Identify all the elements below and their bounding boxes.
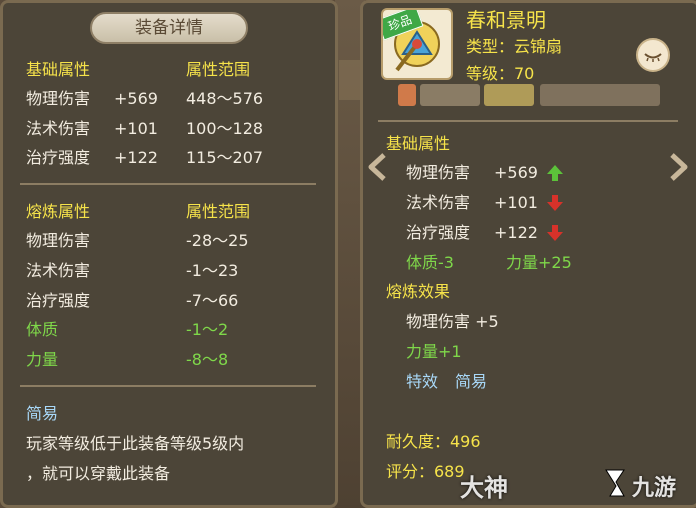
refine-attr-name: 体质 <box>26 320 59 339</box>
blurred-region <box>484 84 534 106</box>
base-attr-header: 基础属性 <box>26 60 91 79</box>
refine-attr-name: 治疗强度 <box>26 291 91 310</box>
refine-attr-range: -8～8 <box>186 350 229 369</box>
divider <box>20 183 316 185</box>
item-name: 春和景明 <box>466 8 546 32</box>
special-effect-desc: 玩家等级低于此装备等级5级内 <box>26 434 245 453</box>
refine-attr-name: 力量 <box>26 350 59 369</box>
panel-title: 装备详情 <box>90 12 248 44</box>
refine-attr-name: 法术伤害 <box>26 261 91 280</box>
chevron-right-icon <box>670 153 688 181</box>
durability: 耐久度：496 <box>386 432 481 451</box>
refine-attr-range: -28～25 <box>186 231 249 250</box>
refine-attr-header: 熔炼属性 <box>26 202 91 221</box>
special-effect-desc: ，就可以穿戴此装备 <box>26 464 171 483</box>
compare-attr-name: 法术伤害 <box>406 193 471 212</box>
base-attr-range: 100～128 <box>186 119 264 138</box>
watermark-logo-right: 九游 <box>632 476 677 501</box>
special-effect-value: 简易 <box>455 372 488 391</box>
next-arrow-button[interactable] <box>668 152 690 189</box>
base-attr-range: 115～207 <box>186 148 264 167</box>
chevron-left-icon <box>368 153 386 181</box>
eye-toggle-button[interactable] <box>636 38 670 72</box>
watermark-logo-left: 大神 <box>460 474 508 502</box>
eye-closed-icon <box>644 53 662 62</box>
base-attr-name: 物理伤害 <box>26 89 91 108</box>
refine-attr-range: -1～23 <box>186 261 239 280</box>
compare-attr-value: +101 <box>494 193 538 212</box>
base-attr-name: 治疗强度 <box>26 148 91 167</box>
arrow-down-icon <box>547 225 563 241</box>
blurred-region <box>540 84 660 106</box>
compare-attr-value: +569 <box>494 163 538 182</box>
base-attr-value: +569 <box>114 89 158 108</box>
base-attr-value: +101 <box>114 119 158 138</box>
compare-stat-strength: 力量+25 <box>506 253 572 272</box>
refine-attr-range: -1～2 <box>186 320 229 339</box>
refine-effect-power: 力量+1 <box>406 342 462 361</box>
special-effect-name: 简易 <box>26 404 59 423</box>
arrow-down-icon <box>547 195 563 211</box>
item-type: 类型：云锦扇 <box>466 37 563 56</box>
item-icon[interactable]: 珍品 <box>381 8 453 80</box>
refine-attr-name: 物理伤害 <box>26 231 91 250</box>
compare-base-header: 基础属性 <box>386 134 451 153</box>
divider <box>378 120 678 122</box>
compare-stat-constitution: 体质-3 <box>406 253 454 272</box>
refine-effect-header: 熔炼效果 <box>386 282 451 301</box>
refine-effect-row: 物理伤害 +5 <box>406 312 499 331</box>
compare-attr-name: 物理伤害 <box>406 163 471 182</box>
base-attr-range: 448～576 <box>186 89 264 108</box>
special-effect-label: 特效 <box>406 372 439 391</box>
arrow-up-icon <box>547 165 563 181</box>
nine-game-logo-icon <box>605 469 625 497</box>
prev-arrow-button[interactable] <box>366 152 388 189</box>
compare-attr-name: 治疗强度 <box>406 223 471 242</box>
refine-range-header: 属性范围 <box>186 202 251 221</box>
base-attr-name: 法术伤害 <box>26 119 91 138</box>
refine-attr-range: -7～66 <box>186 291 239 310</box>
score: 评分：689 <box>386 462 465 481</box>
compare-attr-value: +122 <box>494 223 538 242</box>
blurred-region <box>420 84 480 106</box>
item-level: 等级：70 <box>466 64 535 83</box>
base-attr-value: +122 <box>114 148 158 167</box>
blurred-region <box>398 84 416 106</box>
divider <box>20 385 316 387</box>
base-range-header: 属性范围 <box>186 60 251 79</box>
